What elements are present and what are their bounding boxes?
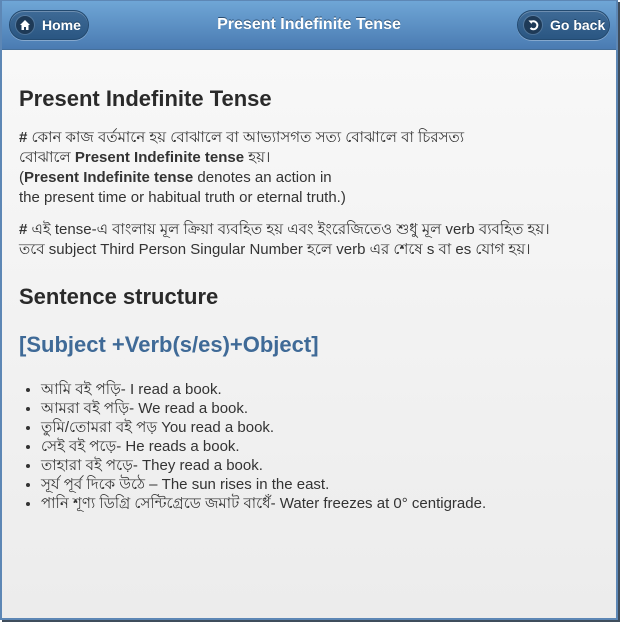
page-title: Present Indefinite Tense: [217, 16, 401, 33]
header-bar: Home Present Indefinite Tense Go back: [2, 0, 616, 50]
back-arrow-icon: [524, 16, 542, 34]
list-item: তুমি/তোমরা বই পড় You read a book.: [41, 418, 609, 437]
list-item: আমরা বই পড়ি- We read a book.: [41, 399, 609, 418]
home-icon: [16, 16, 34, 34]
content-heading: Present Indefinite Tense: [19, 86, 272, 111]
en-definition-line: denotes an action in: [193, 169, 332, 186]
bn-text: হয়।: [244, 149, 271, 166]
bold-term: Present Indefinite tense: [74, 149, 245, 166]
list-item: সূর্য পূর্ব দিকে উঠে – The sun rises in …: [41, 475, 609, 494]
list-item: আমি বই পড়ি- I read a book.: [41, 380, 609, 399]
go-back-button[interactable]: Go back: [517, 10, 610, 40]
list-item: পানি শূণ্য ডিগ্রি সেন্টিগ্রেডে জমাট বাধে…: [41, 494, 609, 513]
structure-formula: [Subject +Verb(s/es)+Object]: [19, 332, 319, 357]
home-label: Home: [42, 17, 81, 33]
rule-line: এই tense-এ বাংলায় মূল ক্রিয়া ব্যবহিত হ…: [27, 221, 550, 238]
list-item: তাহারা বই পড়ে- They read a book.: [41, 456, 609, 475]
bold-term: Present Indefinite tense: [24, 169, 194, 186]
rule-paragraph: # এই tense-এ বাংলায় মূল ক্রিয়া ব্যবহিত…: [19, 220, 609, 260]
bn-definition-line: কোন কাজ বর্তমানে হয় বোঝালে বা আভ্যাসগত …: [27, 129, 465, 146]
examples-list: আমি বই পড়ি- I read a book. আমরা বই পড়ি…: [19, 380, 609, 513]
bn-text: বোঝালে: [19, 149, 75, 166]
structure-heading: Sentence structure: [19, 284, 219, 309]
app-window: Home Present Indefinite Tense Go back Pr…: [0, 0, 618, 620]
en-definition-line: the present time or habitual truth or et…: [19, 189, 346, 206]
rule-line: তবে subject Third Person Singular Number…: [19, 241, 531, 258]
list-item: সেই বই পড়ে- He reads a book.: [41, 437, 609, 456]
go-back-label: Go back: [550, 17, 606, 33]
definition-paragraph: # কোন কাজ বর্তমানে হয় বোঝালে বা আভ্যাসগ…: [19, 128, 609, 208]
content-area: Present Indefinite Tense # কোন কাজ বর্তম…: [19, 86, 609, 513]
home-button[interactable]: Home: [9, 10, 89, 40]
